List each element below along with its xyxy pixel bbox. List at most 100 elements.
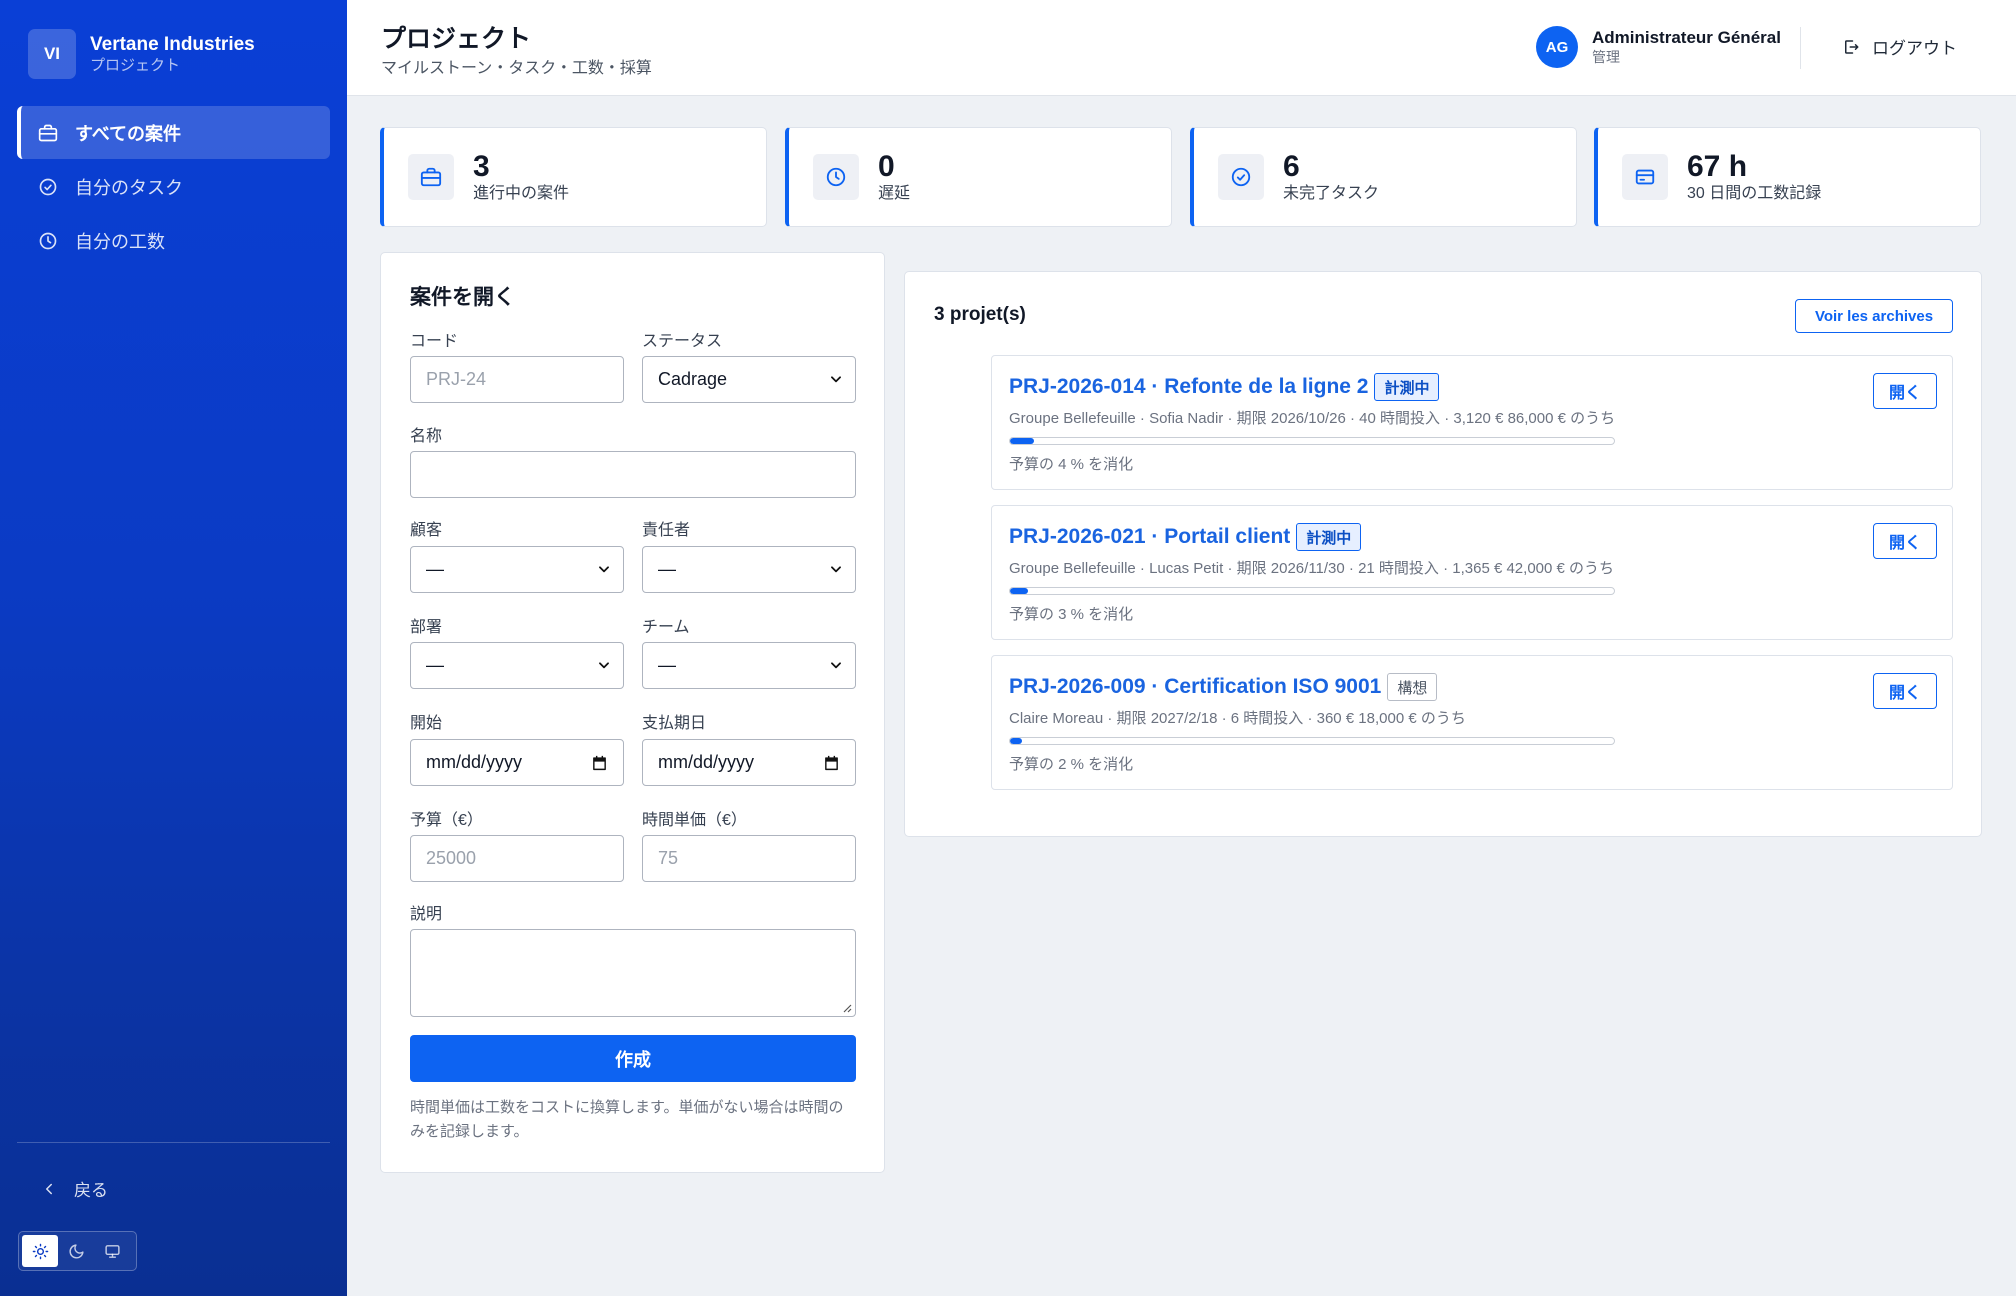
progress-fill [1010, 738, 1023, 744]
projects-count: 3 projet(s) [934, 304, 1026, 325]
moon-icon [69, 1243, 84, 1258]
stat-value: 6 [1283, 150, 1300, 183]
open-project-button[interactable]: 開く [1873, 673, 1937, 709]
view-archives-button[interactable]: Voir les archives [1795, 299, 1953, 333]
owner-select[interactable]: — [642, 546, 856, 593]
header-divider [1800, 27, 1801, 69]
back-label: 戻る [74, 1181, 108, 1200]
check-circle-icon [39, 178, 57, 195]
sidebar-item-label: 自分のタスク [75, 177, 183, 198]
stat-label: 未完了タスク [1283, 185, 1380, 202]
briefcase-icon [38, 124, 58, 141]
chevron-down-icon [599, 662, 609, 669]
status-badge: 計測中 [1374, 373, 1440, 401]
hourly-rate-input[interactable]: 75 [642, 835, 856, 882]
due-date-input[interactable]: mm/dd/yyyy [642, 739, 856, 786]
project-title-link[interactable]: PRJ-2026-009 · Certification ISO 9001 [1009, 675, 1381, 699]
sidebar-item-label: 自分の工数 [75, 231, 165, 252]
code-placeholder: PRJ-24 [426, 369, 487, 389]
user-menu[interactable]: AG Administrateur Général 管理 [1536, 26, 1781, 68]
create-button[interactable]: 作成 [410, 1035, 856, 1082]
code-input[interactable]: PRJ-24 [410, 356, 624, 403]
sidebar-item-my-tasks[interactable]: 自分のタスク [17, 160, 330, 213]
progress-fill [1010, 438, 1035, 444]
brand-subtitle: プロジェクト [90, 57, 181, 74]
theme-dark-button[interactable] [58, 1235, 94, 1267]
resize-handle-icon[interactable] [842, 1003, 852, 1013]
start-date-input[interactable]: mm/dd/yyyy [410, 739, 624, 786]
sidebar-nav: すべての案件 自分のタスク 自分の工数 [17, 106, 330, 268]
stat-card-open-tasks: 6 未完了タスク [1190, 127, 1577, 227]
status-label: ステータス [642, 333, 723, 350]
sun-icon [32, 1243, 48, 1259]
sidebar-divider [17, 1142, 330, 1143]
project-card: PRJ-2026-014 · Refonte de la ligne 2 計測中… [991, 355, 1953, 490]
logout-button[interactable]: ログアウト [1842, 34, 1957, 59]
new-project-form: 案件を開く コード PRJ-24 ステータス Cadrage 名称 顧客 — 責… [380, 252, 885, 1173]
start-label: 開始 [410, 715, 443, 732]
logout-icon [1845, 39, 1859, 54]
name-input[interactable] [410, 451, 856, 498]
budget-progress-bar [1009, 587, 1615, 595]
budget-consumed-label: 予算の 2 % を消化 [1009, 756, 1134, 773]
budget-consumed-label: 予算の 4 % を消化 [1009, 456, 1134, 473]
status-select[interactable]: Cadrage [642, 356, 856, 403]
owner-label: 責任者 [642, 522, 691, 539]
team-label: チーム [642, 619, 690, 636]
project-title-link[interactable]: PRJ-2026-014 · Refonte de la ligne 2 [1009, 375, 1368, 399]
code-label: コード [410, 333, 459, 350]
stat-card-active-projects: 3 進行中の案件 [380, 127, 767, 227]
projects-panel: 3 projet(s) Voir les archives PRJ-2026-0… [904, 271, 1982, 837]
theme-switcher [18, 1231, 137, 1271]
brand-name: Vertane Industries [90, 34, 255, 55]
brand-logo: VI [28, 29, 76, 79]
status-value: Cadrage [658, 369, 728, 389]
description-textarea[interactable] [410, 929, 856, 1017]
stat-value: 0 [878, 150, 895, 183]
calendar-icon[interactable] [823, 754, 840, 772]
open-project-button[interactable]: 開く [1873, 373, 1937, 409]
stat-card-delayed: 0 遅延 [785, 127, 1172, 227]
page-subtitle: マイルストーン・タスク・工数・採算 [381, 60, 652, 77]
page-title: プロジェクト [381, 25, 532, 53]
logout-label: ログアウト [1872, 39, 1957, 58]
avatar: AG [1536, 26, 1578, 68]
user-name: Administrateur Général [1592, 28, 1781, 47]
project-card: PRJ-2026-021 · Portail client 計測中 Groupe… [991, 505, 1953, 640]
stat-card-hours-logged: 67 h 30 日間の工数記録 [1594, 127, 1981, 227]
chevron-down-icon [831, 566, 841, 573]
monitor-icon [104, 1244, 120, 1258]
theme-system-button[interactable] [94, 1235, 130, 1267]
stat-label: 遅延 [878, 185, 911, 202]
brand[interactable]: VI Vertane Industries プロジェクト [28, 29, 255, 79]
sidebar: VI Vertane Industries プロジェクト すべての案件 自分のタ… [0, 0, 347, 1296]
name-label: 名称 [410, 428, 443, 445]
team-select[interactable]: — [642, 642, 856, 689]
progress-fill [1010, 588, 1029, 594]
budget-input[interactable]: 25000 [410, 835, 624, 882]
open-project-button[interactable]: 開く [1873, 523, 1937, 559]
department-select[interactable]: — [410, 642, 624, 689]
chevron-down-icon [831, 662, 841, 669]
status-badge: 計測中 [1296, 523, 1362, 551]
user-role: 管理 [1592, 49, 1620, 65]
project-meta: Groupe Bellefeuille · Sofia Nadir · 期限 2… [1009, 410, 1616, 427]
budget-consumed-label: 予算の 3 % を消化 [1009, 606, 1134, 623]
department-label: 部署 [410, 619, 443, 636]
back-link[interactable]: 戻る [40, 1176, 108, 1201]
form-title: 案件を開く [410, 286, 515, 309]
sidebar-item-my-hours[interactable]: 自分の工数 [17, 214, 330, 267]
client-select[interactable]: — [410, 546, 624, 593]
budget-progress-bar [1009, 737, 1615, 745]
card-icon [1635, 169, 1655, 185]
sidebar-item-all-projects[interactable]: すべての案件 [17, 106, 330, 159]
project-title-link[interactable]: PRJ-2026-021 · Portail client [1009, 525, 1290, 549]
rate-label: 時間単価（€） [642, 812, 747, 829]
stat-label: 30 日間の工数記録 [1687, 185, 1822, 202]
calendar-icon[interactable] [591, 754, 608, 772]
top-header: プロジェクト マイルストーン・タスク・工数・採算 AG Administrate… [347, 0, 2016, 96]
chevron-left-icon [46, 1183, 52, 1194]
theme-light-button[interactable] [22, 1235, 58, 1267]
due-label: 支払期日 [642, 715, 707, 732]
form-hint: 時間単価は工数をコストに換算します。単価がない場合は時間のみを記録します。 [410, 1099, 844, 1140]
